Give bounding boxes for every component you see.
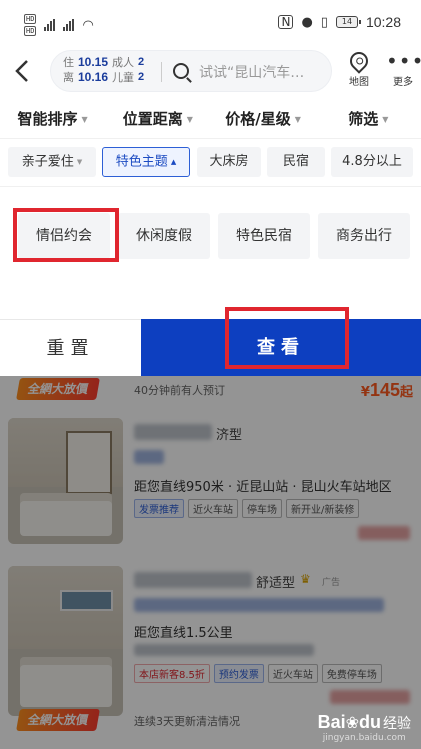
chip-theme[interactable]: 特色主题 ▲: [102, 147, 190, 177]
chip-homestay[interactable]: 民宿: [267, 147, 325, 177]
sim1-indicator: HD: [24, 14, 37, 24]
nfc-icon: N: [278, 15, 294, 29]
child-label: 儿童: [112, 71, 135, 84]
watermark-url: jingyan.baidu.com: [322, 733, 406, 743]
highlight-box-view: [225, 307, 349, 369]
location-icon: ●: [301, 14, 313, 30]
dim-overlay[interactable]: [0, 376, 421, 749]
sort-distance-label: 位置距离: [122, 110, 183, 128]
checkin-date: 10.15: [78, 55, 109, 69]
sort-bar: 智能排序 ▼ 位置距离 ▼ 价格/星级 ▼ 筛选 ▼: [0, 100, 421, 138]
option-label: 商务出行: [336, 228, 392, 244]
chip-label: 亲子爱住: [21, 154, 74, 170]
child-count: 2: [138, 71, 145, 83]
sort-filter-label: 筛选: [348, 110, 379, 128]
option-special-homestay[interactable]: 特色民宿: [218, 213, 310, 259]
sort-filter[interactable]: 筛选 ▼: [316, 100, 421, 138]
checkin-label: 住: [63, 56, 74, 69]
signal2-icon: [63, 19, 75, 31]
option-label: 休闲度假: [136, 228, 192, 244]
watermark-jingyan: 经验: [383, 716, 411, 732]
watermark-brand-tail: du: [359, 712, 381, 732]
sort-distance[interactable]: 位置距离 ▼: [105, 100, 210, 138]
status-bar: HD HD ◠ N ● ▯ 14 10:28: [0, 0, 421, 44]
reset-button[interactable]: 重置: [0, 319, 141, 376]
sort-smart[interactable]: 智能排序 ▼: [0, 100, 105, 138]
search-icon: [173, 63, 189, 79]
sort-smart-label: 智能排序: [17, 110, 78, 128]
wifi-icon: ◠: [82, 17, 94, 33]
caret-down-icon: ▼: [382, 114, 389, 124]
baidu-watermark: Bai❀du 经验 jingyan.baidu.com: [318, 712, 411, 743]
chip-family[interactable]: 亲子爱住 ▼: [8, 147, 96, 177]
search-header: 住 10.15 成人 2 离 10.16 儿童 2 试试“昆山汽车… 地图 ••…: [0, 44, 421, 100]
map-label: 地图: [349, 77, 369, 88]
more-button[interactable]: ••• 更多: [386, 49, 421, 88]
sort-price-star[interactable]: 价格/星级 ▼: [211, 100, 316, 138]
chip-label: 4.8分以上: [342, 154, 402, 169]
caret-down-icon: ▼: [81, 114, 88, 124]
chevron-left-icon: [15, 60, 28, 82]
search-input[interactable]: 试试“昆山汽车…: [199, 62, 327, 82]
chip-label: 民宿: [282, 154, 309, 169]
checkout-label: 离: [63, 71, 74, 84]
clock: 10:28: [365, 14, 401, 30]
highlight-box-option: [13, 208, 119, 262]
more-label: 更多: [393, 77, 413, 88]
adult-count: 2: [138, 56, 145, 68]
caret-up-icon: ▲: [170, 158, 177, 166]
caret-down-icon: ▼: [186, 114, 193, 124]
sort-price-label: 价格/星级: [225, 110, 291, 128]
back-button[interactable]: [14, 58, 38, 86]
signal-icon: [44, 19, 56, 31]
battery-icon: 14: [335, 16, 361, 28]
date-guest-selector[interactable]: 住 10.15 成人 2 离 10.16 儿童 2: [63, 55, 144, 85]
option-label: 特色民宿: [236, 228, 292, 244]
divider: [161, 62, 162, 82]
checkout-date: 10.16: [78, 70, 109, 84]
option-leisure[interactable]: 休闲度假: [118, 213, 210, 259]
watermark-brand: Bai: [317, 712, 346, 732]
paw-icon: ❀: [345, 713, 359, 732]
map-button[interactable]: 地图: [342, 48, 376, 88]
map-pin-icon: [346, 48, 372, 74]
chip-label: 大床房: [209, 154, 249, 169]
quick-filter-bar: 亲子爱住 ▼ 特色主题 ▲ 大床房 民宿 4.8分以上: [0, 138, 421, 186]
caret-down-icon: ▼: [76, 158, 83, 166]
filter-actions: 重置 查看: [0, 307, 421, 376]
chip-label: 特色主题: [115, 154, 168, 170]
option-business[interactable]: 商务出行: [318, 213, 410, 259]
adult-label: 成人: [112, 56, 135, 69]
more-dots-icon: •••: [386, 49, 421, 73]
sim2-indicator: HD: [24, 26, 37, 36]
theme-options-panel: 情侣约会 休闲度假 特色民宿 商务出行: [0, 186, 421, 319]
caret-down-icon: ▼: [294, 114, 301, 124]
date-guest-search-box[interactable]: 住 10.15 成人 2 离 10.16 儿童 2 试试“昆山汽车…: [50, 50, 332, 92]
vibrate-icon: ▯: [320, 14, 328, 30]
chip-bigbed[interactable]: 大床房: [197, 147, 261, 177]
chip-rating[interactable]: 4.8分以上: [331, 147, 413, 177]
